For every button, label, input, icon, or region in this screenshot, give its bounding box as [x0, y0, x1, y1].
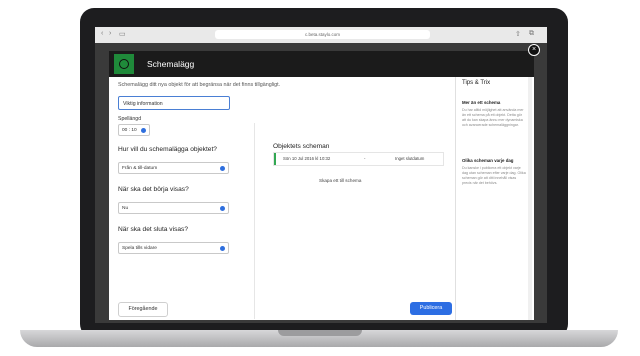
modal-title: Schemalägg	[147, 59, 195, 69]
schedule-end: Inget slutdatum	[395, 156, 425, 161]
sidebar-icon[interactable]: ▭	[119, 30, 126, 38]
schedule-type-value: Från & till-datum	[122, 166, 158, 171]
forward-icon[interactable]: ›	[109, 30, 111, 37]
tips-panel: Tips & Trix Mer än ett schema Du har all…	[455, 77, 535, 320]
tip-heading-2: Olika scheman varje dag	[462, 158, 514, 163]
schedule-type-select[interactable]: Från & till-datum	[118, 162, 229, 174]
chevron-down-icon	[141, 128, 146, 133]
schedule-start: Sön 10 Jul 2016 kl 10:32	[283, 156, 331, 161]
publish-button[interactable]: Publicera	[410, 302, 452, 315]
tip-heading-1: Mer än ett schema	[462, 100, 501, 105]
chevron-down-icon	[220, 206, 225, 211]
column-divider	[254, 123, 255, 319]
scrollbar[interactable]	[528, 77, 532, 320]
tip-body-1: Du har alltid möjlighet att använda mer …	[462, 108, 524, 127]
laptop-notch	[278, 330, 362, 336]
screen: ‹ › ▭ c.beta.staylo.com ⇧ ⧉ Schemalägg S…	[95, 27, 547, 323]
tabs-icon[interactable]: ⧉	[529, 30, 534, 38]
share-icon[interactable]: ⇧	[515, 30, 521, 38]
active-indicator	[274, 153, 276, 165]
tips-title: Tips & Trix	[462, 80, 491, 86]
chevron-down-icon	[220, 166, 225, 171]
intro-text: Schemalägg ditt nya objekt för att begrä…	[118, 82, 281, 88]
back-icon[interactable]: ‹	[101, 30, 103, 37]
schedules-title: Objektets scheman	[273, 143, 330, 150]
add-schedule-link[interactable]: Skapa ett till schema	[319, 178, 361, 183]
start-question: När ska det börja visas?	[118, 186, 189, 193]
object-name-input[interactable]: Viktig information	[118, 96, 230, 110]
close-icon[interactable]: ×	[528, 44, 540, 56]
duration-value: 00 : 10	[122, 128, 137, 133]
schedule-type-question: Hur vill du schemalägga objektet?	[118, 146, 217, 153]
end-value: Spela tills vidare	[122, 246, 157, 251]
duration-label: Spellängd	[118, 116, 142, 122]
previous-button[interactable]: Föregående	[118, 302, 168, 317]
schedule-row[interactable]: Sön 10 Jul 2016 kl 10:32 - Inget slutdat…	[273, 152, 444, 166]
chevron-down-icon	[220, 246, 225, 251]
start-select[interactable]: Nu	[118, 202, 229, 214]
start-value: Nu	[122, 206, 129, 211]
address-bar[interactable]: c.beta.staylo.com	[215, 30, 430, 39]
schedule-modal: Schemalägg Schemalägg ditt nya objekt fö…	[109, 51, 534, 320]
schedule-dash: -	[364, 156, 366, 161]
modal-header: Schemalägg	[109, 51, 534, 77]
end-select[interactable]: Spela tills vidare	[118, 242, 229, 254]
duration-select[interactable]: 00 : 10	[118, 124, 150, 136]
browser-toolbar: ‹ › ▭ c.beta.staylo.com ⇧ ⧉	[95, 27, 547, 44]
end-question: När ska det sluta visas?	[118, 226, 188, 233]
brand-logo-icon	[114, 54, 134, 74]
tip-body-2: Du kanske i publicera ett objekt varje d…	[462, 166, 526, 185]
modal-main: Schemalägg ditt nya objekt för att begrä…	[109, 77, 452, 320]
